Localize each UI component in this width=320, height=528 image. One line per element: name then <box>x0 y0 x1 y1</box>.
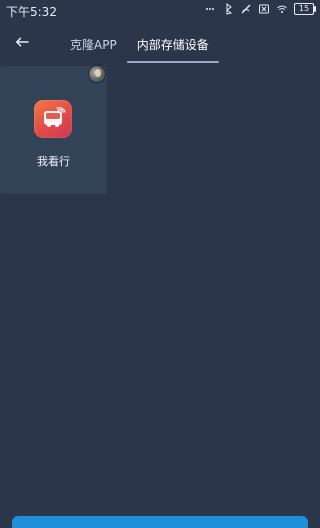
wifi-icon <box>276 3 288 15</box>
status-time: 下午5:32 <box>6 5 57 19</box>
bottom-action-bar[interactable] <box>12 516 308 528</box>
signal-icon <box>204 3 216 15</box>
tab-label-internal-storage: 内部存储设备 <box>136 37 209 52</box>
back-button[interactable] <box>10 32 34 56</box>
bluetooth-icon <box>222 3 234 15</box>
back-arrow-icon <box>13 33 31 55</box>
close-box-icon <box>258 3 270 15</box>
content-area: 我看行 <box>0 66 320 528</box>
tab-label-clone-app: 克隆APP <box>70 37 117 52</box>
header: 克隆APP 内部存储设备 <box>0 22 320 66</box>
status-bar: 下午5:32 15 <box>0 0 320 22</box>
tab-internal-storage[interactable]: 内部存储设备 <box>126 22 219 66</box>
bus-app-icon <box>34 100 72 138</box>
tabs: 克隆APP 内部存储设备 <box>60 22 219 66</box>
status-icons: 15 <box>204 3 316 15</box>
app-name: 我看行 <box>37 155 70 168</box>
app-tile[interactable]: 我看行 <box>0 66 107 194</box>
battery-icon: 15 <box>294 3 316 15</box>
no-signal-icon <box>240 3 252 15</box>
tab-clone-app[interactable]: 克隆APP <box>60 22 127 66</box>
avatar <box>89 66 105 82</box>
